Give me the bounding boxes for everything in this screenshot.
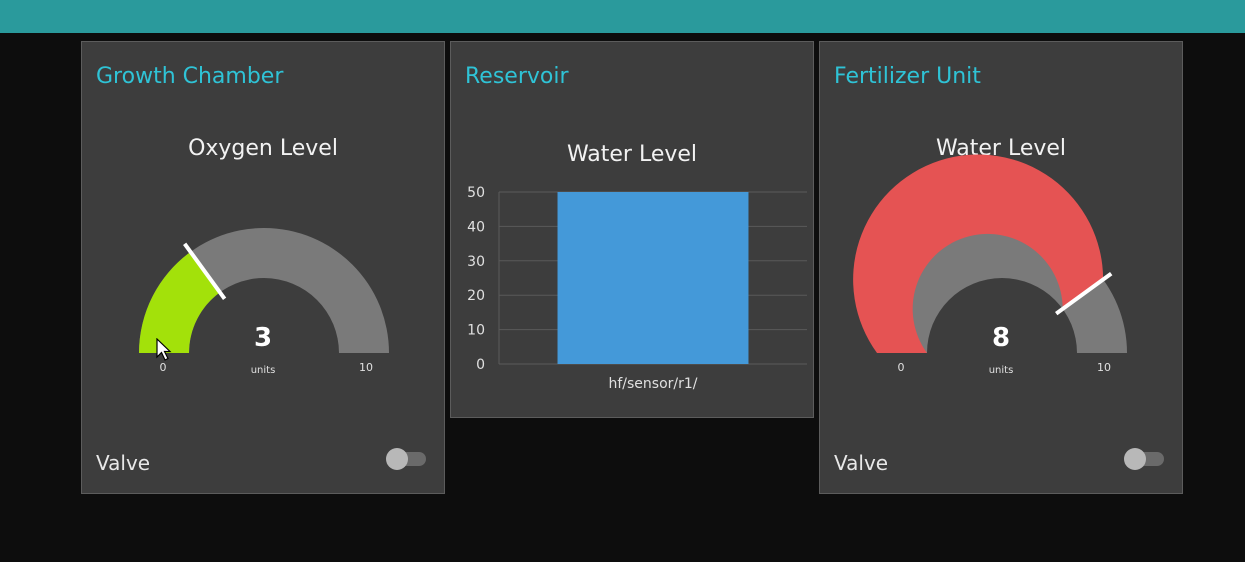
y-tick-label: 20	[467, 288, 485, 304]
water-level-bar-chart: 0 10 20 30 40 50 hf/sensor/r1/	[467, 185, 807, 392]
valve-toggle[interactable]	[386, 448, 426, 470]
gauge-max-label: 10	[359, 361, 373, 374]
valve-toggle[interactable]	[1124, 448, 1164, 470]
x-category-label: hf/sensor/r1/	[608, 376, 697, 392]
valve-label: Valve	[96, 451, 151, 475]
growth-chamber-card: Growth Chamber Oxygen Level 3 units 0 10…	[81, 41, 445, 494]
gauge-max-label: 10	[1097, 361, 1111, 374]
mouse-cursor-icon	[156, 338, 172, 361]
valve-label: Valve	[834, 451, 889, 475]
header-bar	[0, 0, 1245, 33]
gauge-value: 3	[253, 323, 273, 353]
gauge-min-label: 0	[159, 361, 167, 374]
y-tick-label: 30	[467, 254, 485, 270]
fertilizer-unit-card: Fertilizer Unit Water Level 8 units 0 10…	[819, 41, 1183, 494]
gauge-min-label: 0	[897, 361, 905, 374]
gauge-units: units	[988, 365, 1014, 376]
bar	[557, 192, 749, 364]
gauge-units: units	[250, 365, 276, 376]
toggle-knob	[1124, 448, 1146, 470]
y-tick-label: 50	[467, 185, 485, 201]
y-tick-label: 10	[467, 323, 485, 339]
gauge-value: 8	[991, 323, 1011, 353]
y-tick-label: 0	[476, 357, 485, 373]
reservoir-card: Reservoir Water Level 0 10 20 30 40 50 hf/sens…	[450, 41, 814, 418]
y-tick-label: 40	[467, 219, 485, 235]
toggle-knob	[386, 448, 408, 470]
